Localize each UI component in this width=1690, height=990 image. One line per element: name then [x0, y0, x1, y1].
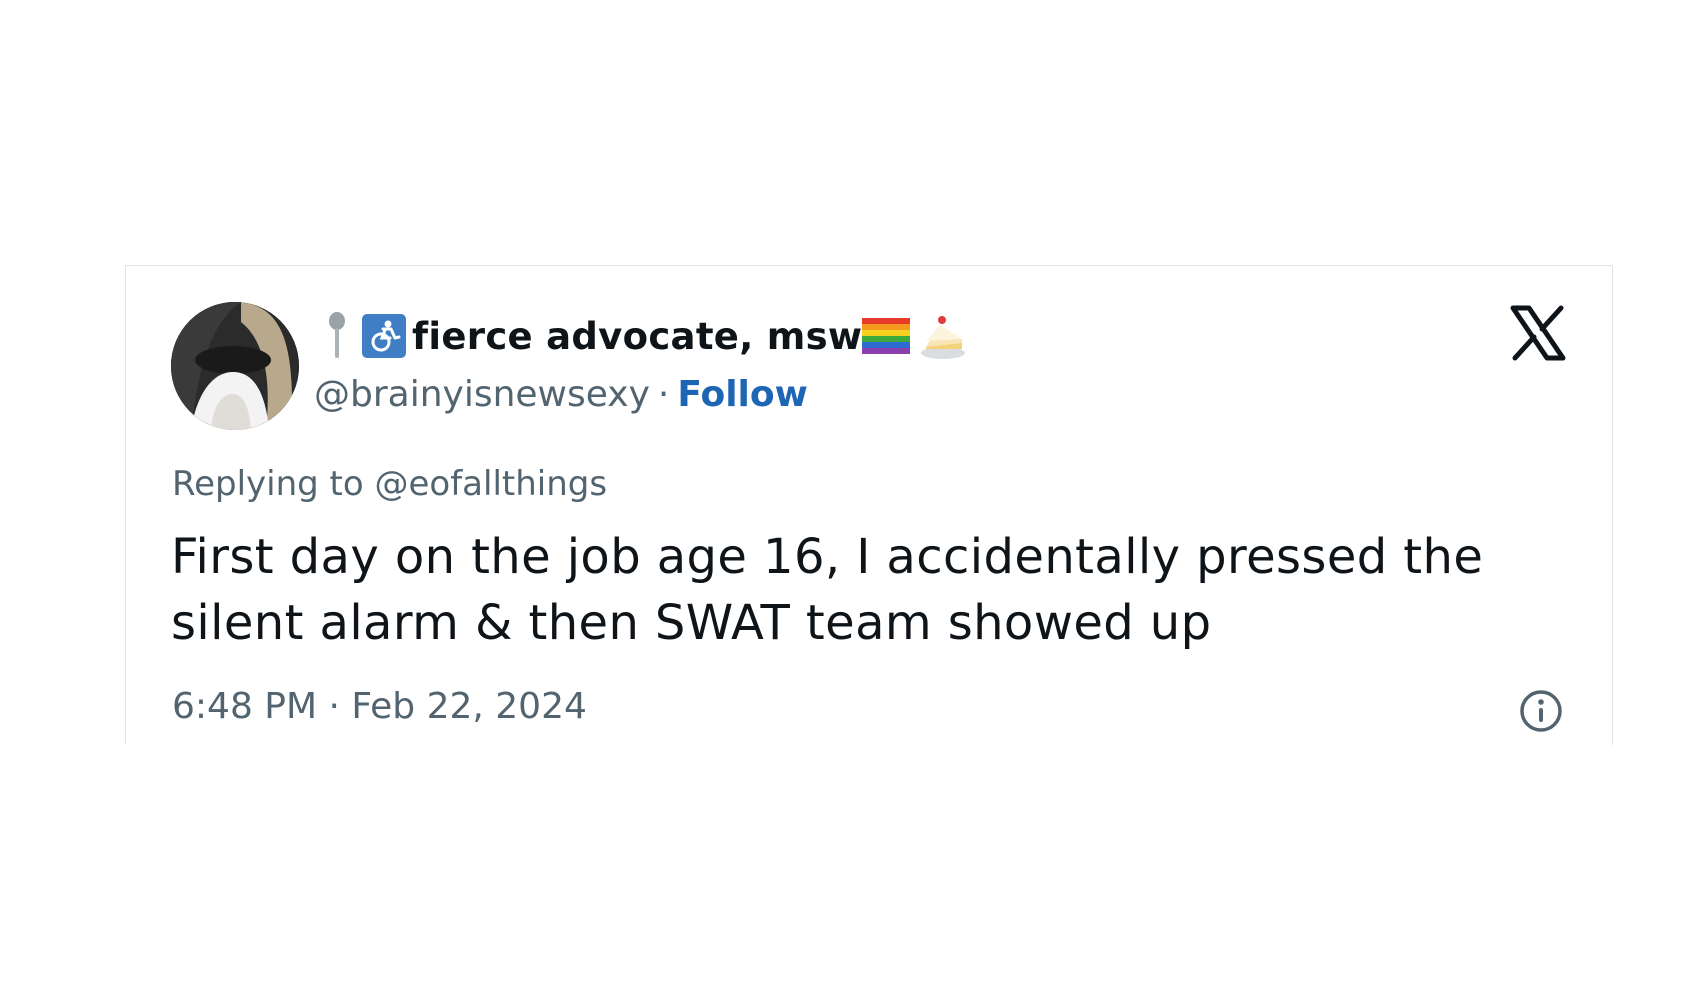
- handle-row: @brainyisnewsexy · Follow: [314, 369, 808, 419]
- info-icon[interactable]: [1518, 688, 1564, 734]
- cake-emoji-icon: [921, 316, 966, 359]
- tweet-card: fierce advocate, msw @brainyisnewsexy · …: [125, 265, 1613, 745]
- name-row: fierce advocate, msw: [326, 308, 968, 364]
- separator-dot: ·: [657, 373, 670, 415]
- tweet-text: First day on the job age 16, I accidenta…: [171, 529, 1484, 651]
- user-handle[interactable]: @brainyisnewsexy: [314, 374, 650, 415]
- tweet-timestamp[interactable]: 6:48 PM · Feb 22, 2024: [172, 686, 587, 727]
- user-avatar[interactable]: [171, 302, 299, 430]
- display-name[interactable]: fierce advocate, msw: [412, 315, 862, 358]
- follow-button[interactable]: Follow: [677, 374, 808, 415]
- rainbow-flag-emoji-icon: [862, 318, 911, 354]
- avatar-photo-icon: [171, 302, 299, 430]
- wheelchair-emoji-icon: [362, 314, 406, 358]
- replying-to-label: Replying to @eofallthings: [172, 464, 608, 504]
- pushpin-emoji-icon: [329, 312, 345, 358]
- x-logo-icon[interactable]: [1509, 304, 1567, 362]
